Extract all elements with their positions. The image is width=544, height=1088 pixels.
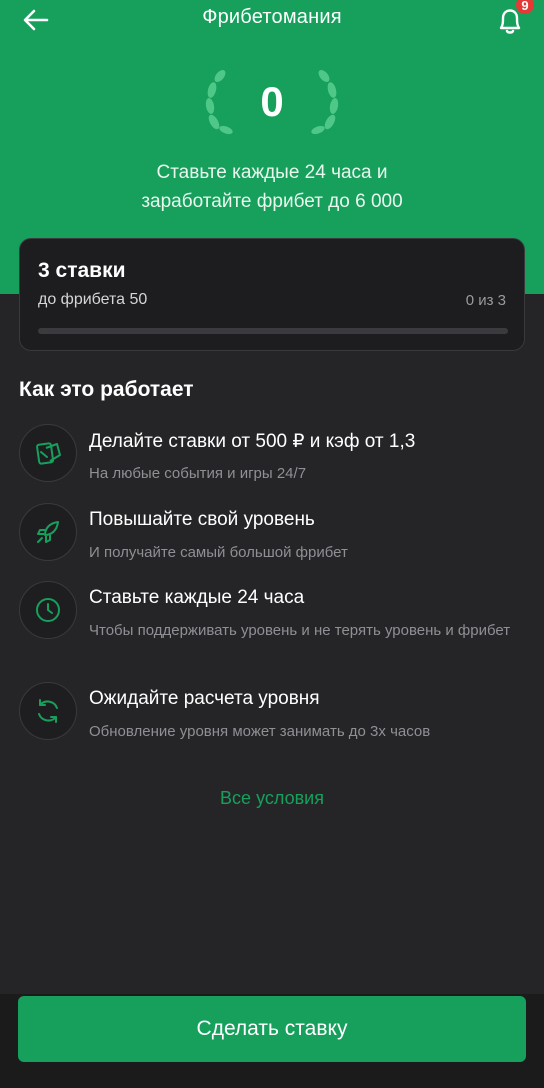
refresh-icon [38,699,58,723]
step-icon-circle [19,682,77,740]
step-description: Чтобы поддерживать уровень и не терять у… [89,622,511,639]
step-item: Повышайте свой уровень И получайте самый… [19,503,525,567]
ticket-icon [36,442,61,465]
step-description: И получайте самый большой фрибет [89,544,348,561]
step-icon-circle [19,581,77,639]
rocket-icon [37,521,59,543]
progress-count: 0 из 3 [465,292,506,309]
progress-subtitle: до фрибета 50 [38,291,148,308]
step-icon-circle [19,424,77,482]
progress-bar [38,328,508,334]
clock-icon [36,598,60,622]
step-icon-circle [19,503,77,561]
step-title: Ожидайте расчета уровня [89,688,320,709]
hero-description: Ставьте каждые 24 часа и заработайте фри… [60,158,484,216]
all-conditions-link[interactable]: Все условия [0,788,544,809]
progress-card: 3 ставки до фрибета 50 0 из 3 [19,238,525,351]
hero-description-line: заработайте фрибет до 6 000 [141,191,403,212]
make-bet-button[interactable]: Сделать ставку [18,996,526,1062]
step-title: Повышайте свой уровень [89,509,315,530]
step-item: Делайте ставки от 500 ₽ и кэф от 1,3 На … [19,424,525,488]
step-item: Ставьте каждые 24 часа Чтобы поддерживат… [19,581,525,645]
step-title: Делайте ставки от 500 ₽ и кэф от 1,3 [89,431,416,452]
section-title: Как это работает [19,378,194,401]
step-description: На любые события и игры 24/7 [89,465,307,482]
progress-title: 3 ставки [38,259,126,282]
level-value: 0 [260,78,284,125]
freebet-mania-screen: Фрибетомания 9 0 Ставьте каждые 24 часа … [0,0,544,1088]
step-description: Обновление уровня может занимать до 3х ч… [89,723,431,740]
page-title: Фрибетомания [202,6,342,28]
hero-description-line: Ставьте каждые 24 часа и [156,162,388,183]
step-item: Ожидайте расчета уровня Обновление уровн… [19,682,525,746]
step-title: Ставьте каждые 24 часа [89,587,305,608]
